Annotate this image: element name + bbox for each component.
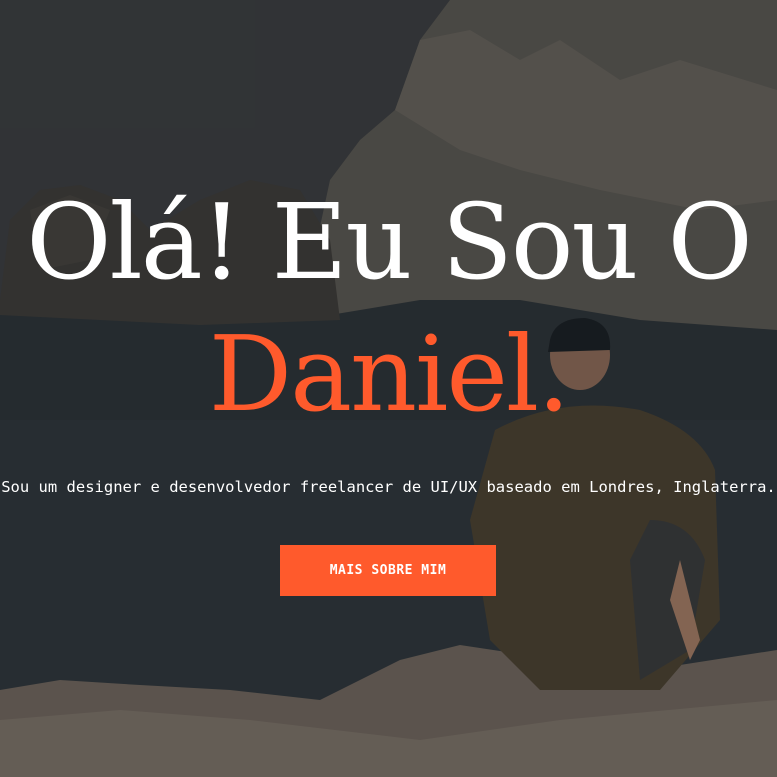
hero-headline: Olá! Eu Sou O <box>26 181 753 303</box>
hero-name: Daniel. <box>208 313 571 435</box>
hero-intro-text: Sou um designer e desenvolvedor freelanc… <box>1 478 776 496</box>
hero-section: Olá! Eu Sou O Daniel. Sou um designer e … <box>0 0 777 777</box>
about-me-button[interactable]: MAIS SOBRE MIM <box>280 545 496 596</box>
